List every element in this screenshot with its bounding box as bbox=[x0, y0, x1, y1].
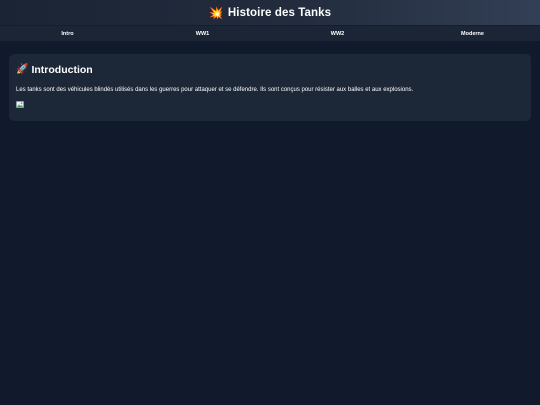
section-heading: 🚀 Introduction bbox=[16, 64, 524, 76]
nav-item-ww2[interactable]: WW2 bbox=[270, 31, 405, 37]
nav-item-intro[interactable]: Intro bbox=[0, 31, 135, 37]
nav-item-moderne[interactable]: Moderne bbox=[405, 31, 540, 37]
rocket-icon: 🚀 bbox=[16, 64, 29, 75]
broken-image-icon bbox=[16, 101, 24, 108]
site-header: 💥 Histoire des Tanks bbox=[0, 0, 540, 25]
site-title: Histoire des Tanks bbox=[227, 6, 332, 19]
section-text: Les tanks sont des véhicules blindés uti… bbox=[16, 87, 414, 93]
header-title: 💥 Histoire des Tanks bbox=[209, 7, 331, 19]
main-content: 🚀 Introduction Les tanks sont des véhicu… bbox=[0, 41, 540, 121]
nav-item-ww1[interactable]: WW1 bbox=[135, 31, 270, 37]
main-nav: Intro WW1 WW2 Moderne bbox=[0, 25, 540, 41]
explosion-icon: 💥 bbox=[208, 5, 224, 20]
section-title: Introduction bbox=[31, 64, 93, 76]
intro-section: 🚀 Introduction Les tanks sont des véhicu… bbox=[9, 54, 531, 121]
